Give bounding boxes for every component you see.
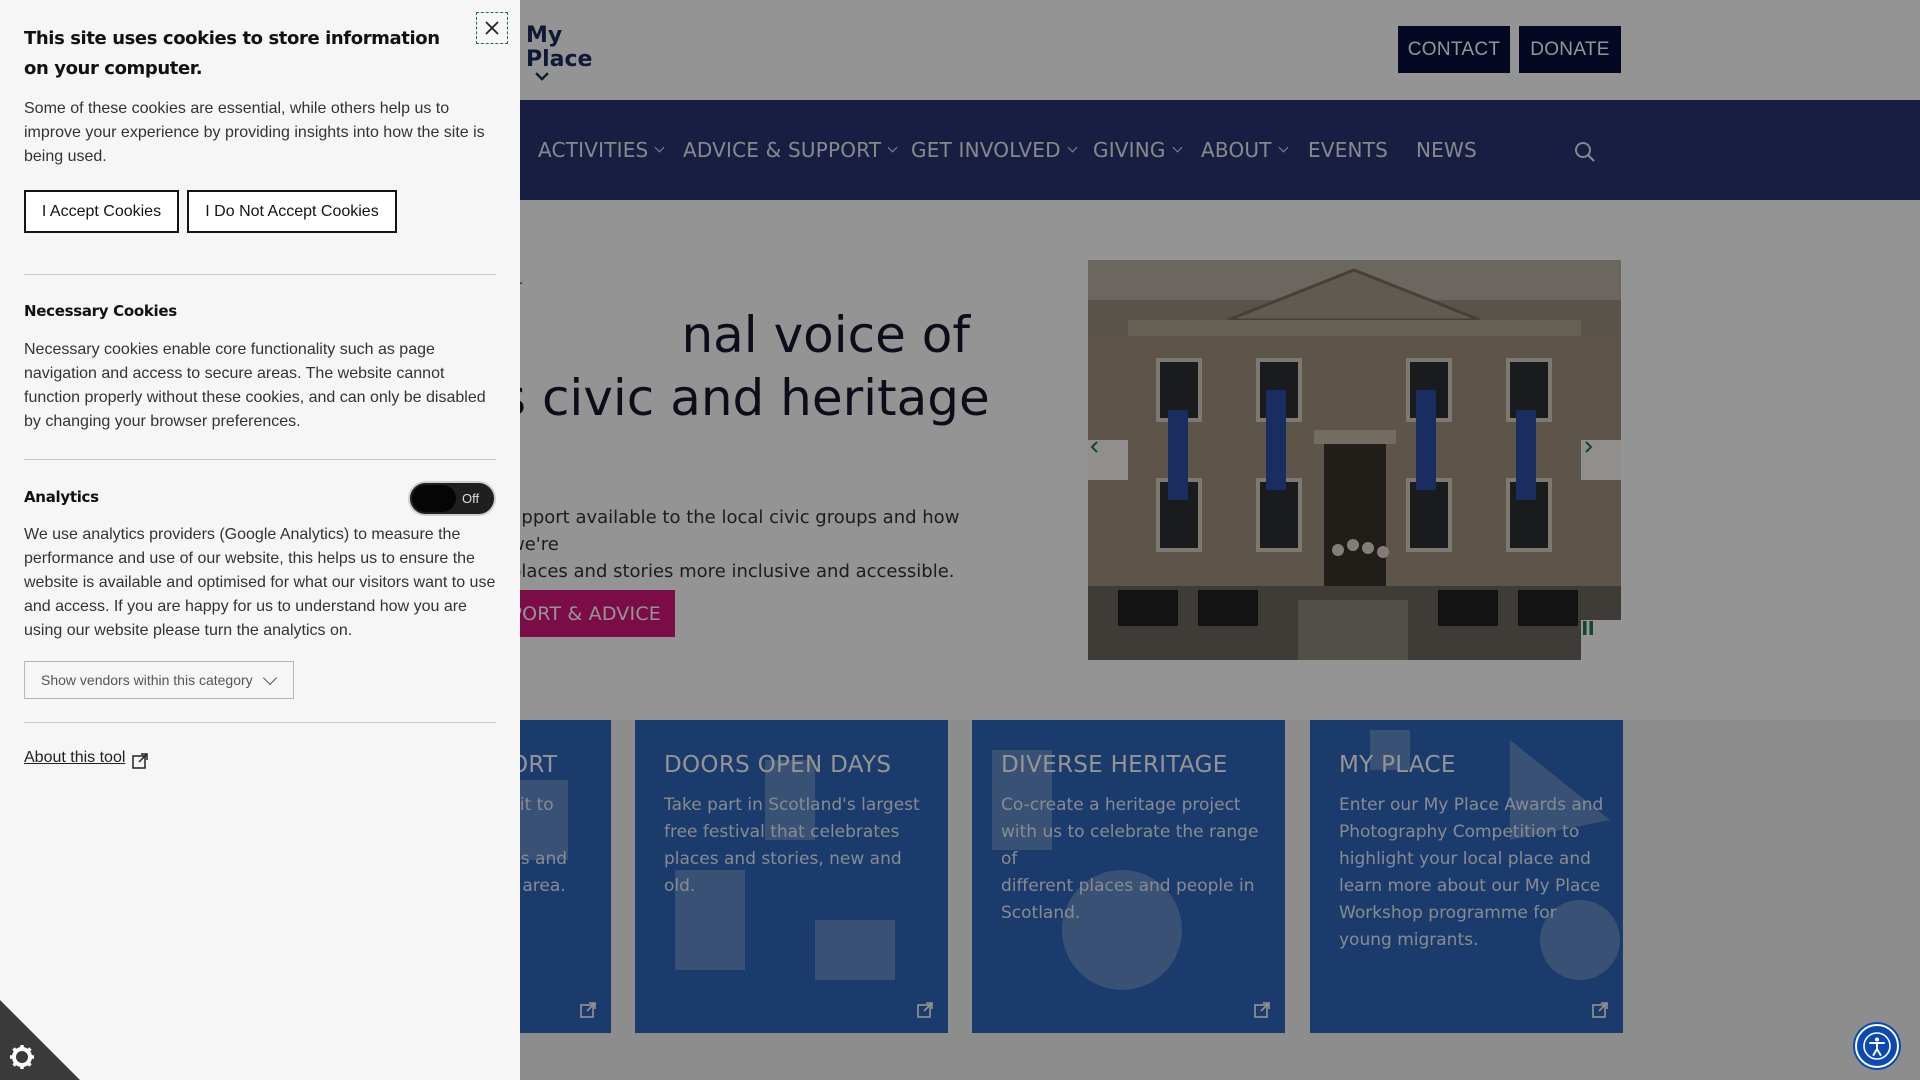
- close-icon: [485, 21, 499, 35]
- divider: [24, 722, 496, 723]
- divider: [24, 459, 496, 460]
- show-vendors-label: Show vendors within this category: [41, 672, 253, 688]
- cookie-gear-icon: [10, 1045, 34, 1069]
- toggle-state-label: Off: [462, 491, 480, 506]
- necessary-cookies-title: Necessary Cookies: [24, 302, 177, 320]
- show-vendors-dropdown[interactable]: Show vendors within this category: [24, 661, 294, 699]
- chevron-down-icon: [262, 670, 278, 686]
- analytics-text: We use analytics providers (Google Analy…: [24, 526, 496, 639]
- cookie-settings-button[interactable]: [0, 1000, 80, 1080]
- accept-cookies-button[interactable]: I Accept Cookies: [24, 190, 179, 233]
- cookie-panel-intro: Some of these cookies are essential, whi…: [24, 100, 485, 165]
- external-link-icon: [132, 753, 148, 769]
- close-button[interactable]: [476, 12, 508, 44]
- accessibility-icon: [1863, 1032, 1891, 1060]
- cookie-consent-panel: This site uses cookies to store informat…: [0, 0, 520, 1080]
- cookie-panel-title: This site uses cookies to store informat…: [24, 28, 440, 79]
- accessibility-button[interactable]: [1855, 1024, 1899, 1068]
- analytics-title: Analytics: [24, 488, 99, 506]
- decline-cookies-button[interactable]: I Do Not Accept Cookies: [187, 190, 397, 233]
- necessary-cookies-text: Necessary cookies enable core functional…: [24, 341, 486, 430]
- divider: [24, 274, 496, 275]
- toggle-knob: [412, 485, 456, 512]
- analytics-toggle[interactable]: Off: [408, 481, 496, 516]
- about-this-tool-link[interactable]: About this tool: [24, 749, 125, 767]
